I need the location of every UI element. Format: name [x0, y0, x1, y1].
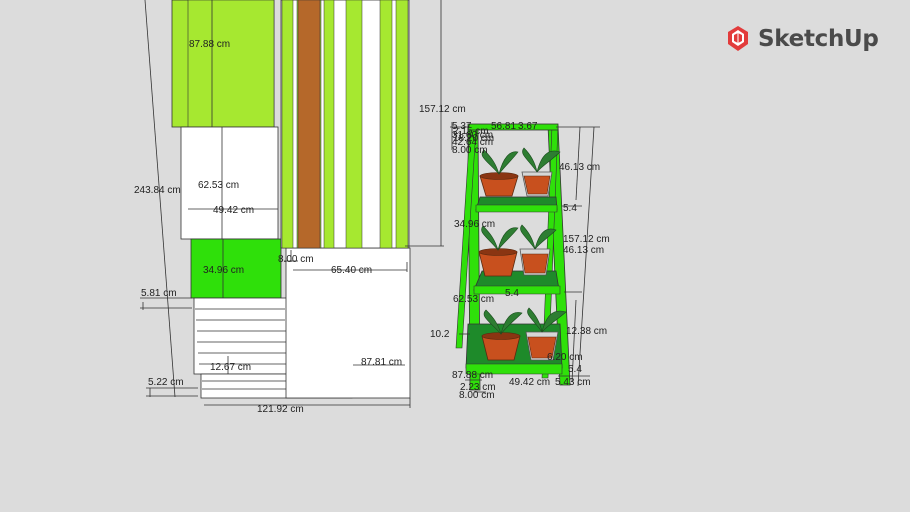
sketchup-model-viewport[interactable]: 87.88 cm 62.53 cm 49.42 cm 34.96 cm 243.…	[0, 0, 910, 512]
plant-pot	[479, 149, 519, 197]
dim-label: 5.4	[568, 364, 582, 375]
left-model: 87.88 cm 62.53 cm 49.42 cm 34.96 cm 243.…	[134, 0, 466, 415]
plant-pot	[478, 225, 519, 277]
overlap-label: 6.20 cm	[547, 352, 583, 363]
dim-label: 49.42 cm	[509, 377, 550, 388]
dim-label: 5.4	[563, 203, 577, 214]
sketchup-logo[interactable]: SketchUp	[724, 22, 879, 56]
dim-label: 5.81 cm	[141, 288, 177, 299]
dim-label: 65.40 cm	[331, 265, 372, 276]
model-canvas[interactable]: 87.88 cm 62.53 cm 49.42 cm 34.96 cm 243.…	[0, 0, 910, 512]
dim-label: 87.88 cm	[189, 39, 230, 50]
dim-label: 8.00 cm	[452, 145, 488, 156]
dim-label: 121.92 cm	[257, 404, 304, 415]
dim-label: 157.12 cm	[563, 234, 610, 245]
dim-label: 34.96 cm	[203, 265, 244, 276]
dim-label: 12.38 cm	[566, 326, 607, 337]
dim-label: 49.42 cm	[213, 205, 254, 216]
wood-post	[297, 0, 321, 249]
dim-label: 12.67 cm	[210, 362, 251, 373]
overlap-label: 56.81	[491, 121, 516, 132]
plant-pot	[481, 309, 523, 361]
dim-label: 34.96 cm	[454, 219, 495, 230]
sketchup-logo-icon	[728, 26, 748, 51]
dim-label: 87.81 cm	[361, 357, 402, 368]
dim-label: 62.53 cm	[453, 294, 494, 305]
dim-label: 46.13 cm	[563, 245, 604, 256]
dim-label: 5.22 cm	[148, 377, 184, 388]
dim-label: 5.4	[505, 288, 519, 299]
dim-label: 8.00 cm	[278, 254, 314, 265]
overlap-label: 3.67	[518, 121, 538, 132]
dim-label: 157.12 cm	[419, 104, 466, 115]
dim-label: 87.88 cm	[452, 370, 493, 381]
brand-name: SketchUp	[758, 26, 879, 52]
dim-label: 10.2	[430, 329, 450, 340]
dim-label: 243.84 cm	[134, 185, 181, 196]
stripes-panel	[280, 0, 410, 249]
dim-label: 62.53 cm	[198, 180, 239, 191]
dim-label: 8.00 cm	[459, 390, 495, 401]
dim-label: 5.43 cm	[555, 377, 591, 388]
plant-shelf-model: 5.37 56.81 3.67 2.15 cm 31.60 cm 18.20 c…	[430, 121, 610, 401]
dim-label: 46.13 cm	[559, 162, 600, 173]
